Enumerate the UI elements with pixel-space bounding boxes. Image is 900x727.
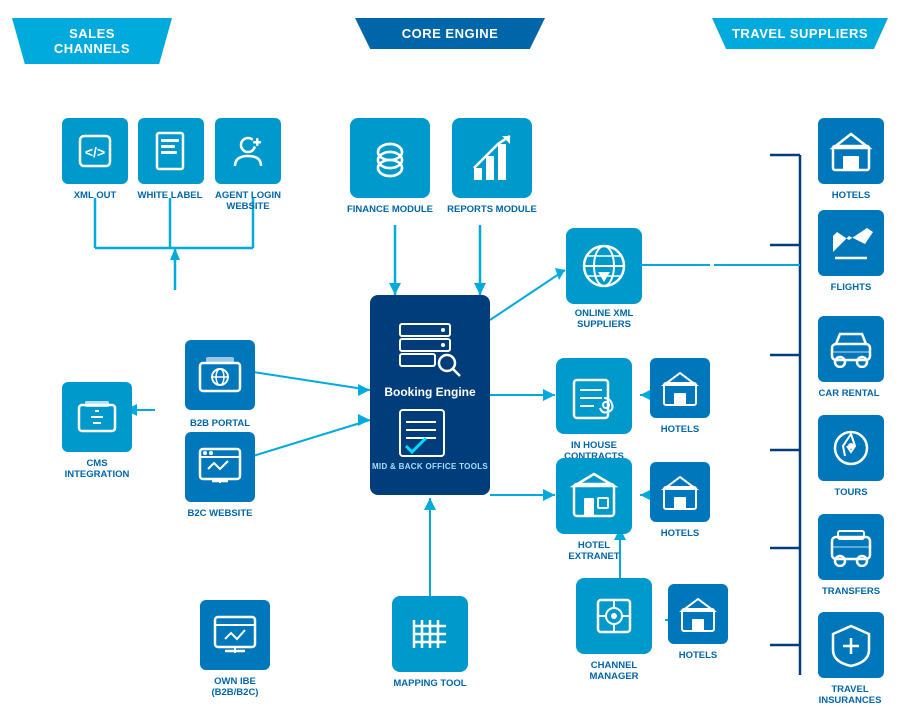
supplier-hotels-label: HOTELS	[820, 190, 882, 201]
hotels-channel-box	[668, 584, 728, 644]
white-label-box	[138, 118, 204, 184]
supplier-flights-box	[818, 210, 884, 276]
inhouse-contracts-box	[556, 358, 632, 434]
agent-login-box	[215, 118, 281, 184]
sales-channels-header: SALES CHANNELS	[12, 18, 172, 64]
supplier-tours-label: TOURS	[826, 487, 876, 498]
own-ibe-box	[200, 600, 270, 670]
b2c-website-label: B2C WEBSITE	[183, 508, 257, 519]
supplier-car-box	[818, 316, 884, 382]
own-ibe-label: OWN IBE (B2B/B2C)	[193, 676, 277, 699]
supplier-insurance-label: TRAVEL INSURANCES	[810, 684, 890, 707]
cms-integration-box	[62, 382, 132, 452]
supplier-transfers-label: TRANSFERS	[815, 586, 887, 597]
white-label-label: WHITE LABEL	[130, 190, 210, 201]
supplier-tours-box	[818, 415, 884, 481]
online-xml-box	[566, 228, 642, 304]
hotel-extranet-box	[556, 458, 632, 534]
supplier-insurance-box	[818, 612, 884, 678]
suppliers-header: TRAVEL SUPPLIERS	[712, 18, 888, 49]
supplier-car-label: CAR RENTAL	[813, 388, 885, 399]
supplier-transfers-box	[818, 514, 884, 580]
hotel-extranet-label: HOTEL EXTRANET	[553, 540, 635, 563]
channel-manager-box	[576, 578, 652, 654]
finance-module-label: FINANCE MODULE	[344, 204, 436, 215]
channel-manager-label: CHANNEL MANAGER	[568, 660, 660, 683]
reports-module-label: REPORTS MODULE	[447, 204, 537, 215]
finance-module-box	[350, 118, 430, 198]
supplier-flights-label: FLIGHTS	[820, 282, 882, 293]
cms-integration-label: CMS INTEGRATION	[55, 458, 139, 481]
hotels-extranet-label: HOTELS	[648, 528, 712, 539]
online-xml-label: ONLINE XML SUPPLIERS	[554, 308, 654, 331]
xml-out-label: XML OUT	[55, 190, 135, 201]
agent-login-label: AGENT LOGIN WEBSITE	[207, 190, 289, 213]
mapping-tool-box	[392, 596, 468, 672]
mapping-tool-label: MAPPING TOOL	[390, 678, 470, 689]
hotels-extranet-box	[650, 462, 710, 522]
xml-out-box: </>	[62, 118, 128, 184]
hotels-channel-label: HOTELS	[666, 650, 730, 661]
core-engine-header: CORE ENGINE	[355, 18, 545, 49]
b2c-website-box	[185, 432, 255, 502]
supplier-hotels-box	[818, 118, 884, 184]
diagram-container: SALES CHANNELS CORE ENGINE TRAVEL SUPPLI…	[0, 0, 900, 727]
svg-text:</>: </>	[85, 144, 105, 160]
reports-module-box	[452, 118, 532, 198]
booking-engine-box: Booking Engine MID & BACK OFFICE TOOLS	[370, 295, 490, 495]
hotels-inhouse-label: HOTELS	[648, 424, 712, 435]
b2b-portal-box	[185, 340, 255, 410]
hotels-inhouse-box	[650, 358, 710, 418]
b2b-portal-label: B2B PORTAL	[185, 418, 255, 429]
